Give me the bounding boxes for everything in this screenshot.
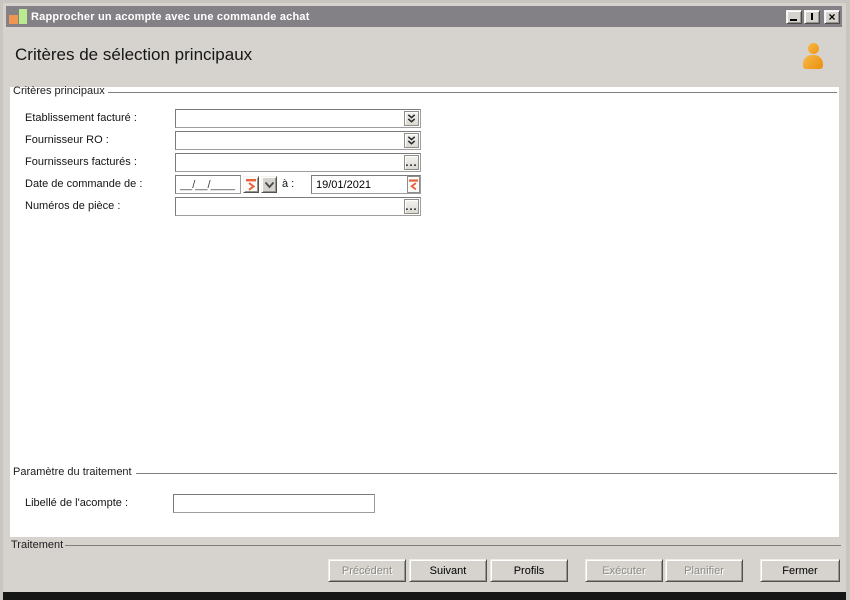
date-to-field (311, 175, 421, 194)
numeros-piece-field: ... (175, 197, 421, 216)
close-button[interactable]: × (824, 9, 840, 24)
suivant-button[interactable]: Suivant (409, 559, 487, 582)
minimize-icon (790, 18, 797, 21)
field-label-fournisseurs-factures: Fournisseurs facturés : (25, 156, 137, 168)
profils-button[interactable]: Profils (490, 559, 568, 582)
window: Rapprocher un acompte avec une commande … (0, 0, 850, 600)
fournisseur-ro-field (175, 131, 421, 150)
fermer-button[interactable]: Fermer (760, 559, 840, 582)
date-from-dropdown-button[interactable] (261, 176, 277, 193)
bar-chart-icon-orange-bar (9, 15, 18, 24)
etablissement-input[interactable] (175, 109, 421, 128)
maximize-button[interactable] (804, 9, 820, 24)
chevron-down-icon (264, 181, 274, 188)
ellipsis-icon: ... (405, 156, 418, 169)
double-chevron-down-icon (407, 136, 416, 145)
treatment-group-legend: Traitement (11, 539, 68, 551)
date-from-input[interactable] (175, 175, 241, 194)
date-prev-icon (408, 179, 419, 191)
params-group-legend: Paramètre du traitement (13, 466, 132, 478)
criteria-panel: Critères principaux Etablissement factur… (10, 85, 839, 537)
user-icon-head (807, 43, 819, 54)
page-title: Critères de sélection principaux (15, 45, 253, 64)
field-label-date-to: à : (282, 178, 295, 190)
window-title: Rapprocher un acompte avec une commande … (31, 10, 310, 23)
treatment-group-divider (65, 545, 841, 546)
field-label-fournisseur-ro: Fournisseur RO : (25, 134, 109, 146)
window-controls: × (784, 9, 840, 24)
date-to-input[interactable] (311, 175, 421, 194)
date-to-picker-button[interactable] (407, 176, 420, 193)
etablissement-field (175, 109, 421, 128)
bar-chart-icon-green-bar (19, 9, 27, 24)
user-icon (802, 43, 824, 71)
field-label-date-commande: Date de commande de : (25, 178, 143, 190)
fournisseurs-factures-browse-button[interactable]: ... (404, 155, 419, 170)
fournisseurs-factures-field: ... (175, 153, 421, 172)
field-label-numeros-piece: Numéros de pièce : (25, 200, 121, 212)
executer-button[interactable]: Exécuter (585, 559, 663, 582)
field-label-libelle-acompte: Libellé de l'acompte : (25, 497, 128, 509)
ellipsis-icon: ... (405, 200, 418, 213)
etablissement-expand-button[interactable] (404, 111, 419, 126)
bar-chart-icon (9, 9, 27, 24)
criteria-group-legend: Critères principaux (13, 85, 105, 97)
user-icon-body (803, 55, 823, 69)
fournisseur-ro-input[interactable] (175, 131, 421, 150)
date-from-picker-button[interactable] (243, 176, 259, 193)
criteria-group-divider (108, 92, 837, 93)
maximize-icon (811, 13, 813, 20)
libelle-acompte-input[interactable] (173, 494, 375, 513)
double-chevron-down-icon (407, 114, 416, 123)
fournisseur-ro-expand-button[interactable] (404, 133, 419, 148)
numeros-piece-browse-button[interactable]: ... (404, 199, 419, 214)
minimize-button[interactable] (786, 9, 802, 24)
numeros-piece-input[interactable] (175, 197, 421, 216)
planifier-button[interactable]: Planifier (665, 559, 743, 582)
title-bar[interactable]: Rapprocher un acompte avec une commande … (6, 6, 842, 27)
params-group-divider (136, 473, 837, 474)
fournisseurs-factures-input[interactable] (175, 153, 421, 172)
date-next-icon (246, 179, 256, 191)
window-bottom-edge (3, 592, 846, 600)
close-icon: × (828, 9, 836, 24)
precedent-button[interactable]: Précédent (328, 559, 406, 582)
field-label-etablissement: Etablissement facturé : (25, 112, 137, 124)
